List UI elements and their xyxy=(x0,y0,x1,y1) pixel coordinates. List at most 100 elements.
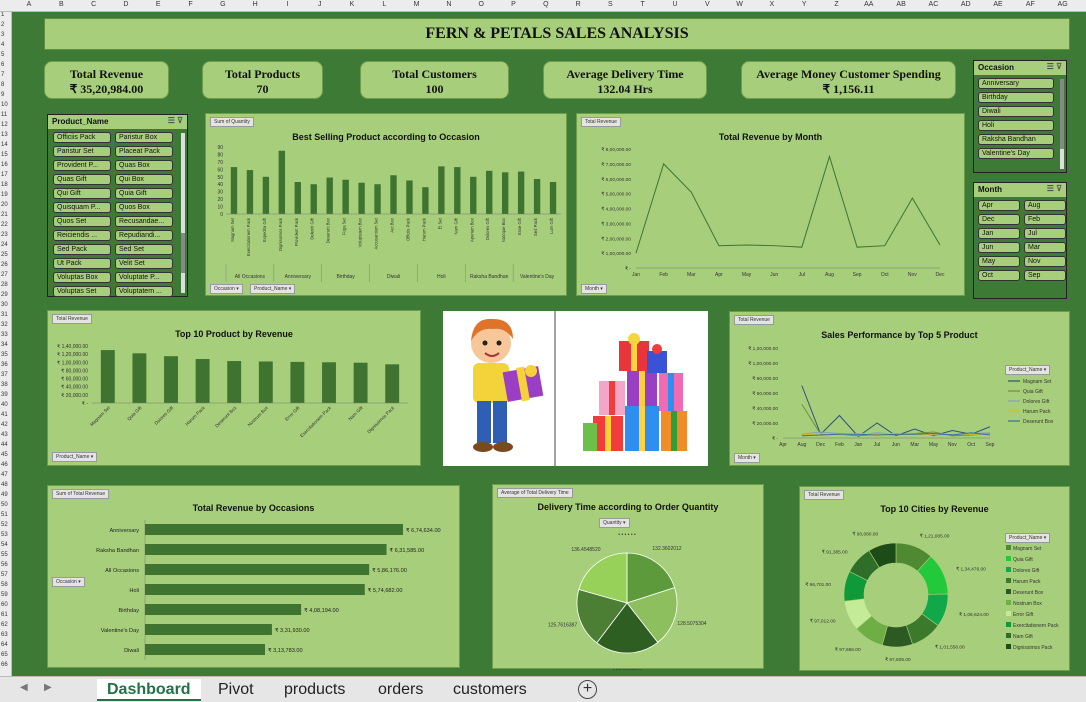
row-number[interactable]: 43 xyxy=(1,432,8,438)
row-number[interactable]: 3 xyxy=(1,32,4,38)
column-letter[interactable]: U xyxy=(672,1,677,8)
slicer-item[interactable]: Quisquam P... xyxy=(53,202,111,213)
column-letter[interactable]: T xyxy=(641,1,645,8)
slicer-item[interactable]: Velit Set xyxy=(115,258,173,269)
column-letter[interactable]: AB xyxy=(896,1,905,8)
row-number[interactable]: 63 xyxy=(1,632,8,638)
legend-filter-button[interactable]: Product_Name ▾ xyxy=(1005,365,1051,375)
legend-filter-button[interactable]: Product_Name ▾ xyxy=(1005,533,1051,543)
filter-button-product[interactable]: Product_Name ▾ xyxy=(250,284,296,294)
column-letter[interactable]: AC xyxy=(929,1,939,8)
row-number[interactable]: 20 xyxy=(1,202,8,208)
row-number[interactable]: 56 xyxy=(1,562,8,568)
column-letter[interactable]: W xyxy=(736,1,743,8)
row-number[interactable]: 44 xyxy=(1,442,8,448)
column-letter[interactable]: J xyxy=(318,1,322,8)
column-letter[interactable]: AF xyxy=(1026,1,1035,8)
row-number[interactable]: 25 xyxy=(1,252,8,258)
slicer-item[interactable]: Oct xyxy=(978,270,1020,281)
row-number[interactable]: 28 xyxy=(1,282,8,288)
slicer-item[interactable]: Paristur Set xyxy=(53,146,111,157)
row-number[interactable]: 49 xyxy=(1,492,8,498)
column-letter[interactable]: R xyxy=(576,1,581,8)
column-letter[interactable]: Y xyxy=(802,1,807,8)
column-letter[interactable]: D xyxy=(123,1,128,8)
slicer-item[interactable]: Jan xyxy=(978,228,1020,239)
row-number[interactable]: 17 xyxy=(1,172,8,178)
row-number[interactable]: 12 xyxy=(1,122,8,128)
column-letter[interactable]: F xyxy=(188,1,192,8)
slicer-item[interactable]: Dec xyxy=(978,214,1020,225)
row-number[interactable]: 61 xyxy=(1,612,8,618)
row-number[interactable]: 21 xyxy=(1,212,8,218)
clear-filter-icon[interactable]: ☰ ⊽ xyxy=(168,116,183,125)
tab-orders[interactable]: orders xyxy=(368,679,433,701)
row-number[interactable]: 62 xyxy=(1,622,8,628)
product-slicer[interactable]: Product_Name ☰ ⊽ Officiis Pack Paristur Bo… xyxy=(47,114,188,297)
row-number[interactable]: 41 xyxy=(1,412,8,418)
scroll-left-icon[interactable]: ◀ xyxy=(20,682,28,693)
row-number[interactable]: 1 xyxy=(1,12,4,18)
slicer-item[interactable]: Quos Set xyxy=(53,216,111,227)
row-number[interactable]: 50 xyxy=(1,502,8,508)
slicer-item[interactable]: Aug xyxy=(1024,200,1066,211)
slicer-item[interactable]: Voluptate P... xyxy=(115,272,173,283)
tab-pivot[interactable]: Pivot xyxy=(208,679,264,701)
column-letter[interactable]: O xyxy=(478,1,483,8)
row-number[interactable]: 29 xyxy=(1,292,8,298)
add-sheet-icon[interactable]: + xyxy=(578,680,597,699)
slicer-item[interactable]: Nov xyxy=(1024,256,1066,267)
column-letter[interactable]: X xyxy=(770,1,775,8)
slicer-item[interactable]: Voluptas Set xyxy=(53,286,111,297)
slicer-item[interactable]: Provident P... xyxy=(53,160,111,171)
row-number[interactable]: 11 xyxy=(1,112,7,118)
slicer-item[interactable]: Valentine's Day xyxy=(978,148,1054,159)
row-number[interactable]: 27 xyxy=(1,272,8,278)
slicer-item[interactable]: Recusandae... xyxy=(115,216,173,227)
column-letter[interactable]: A xyxy=(27,1,32,8)
column-letter[interactable]: Z xyxy=(834,1,838,8)
filter-button-occasion[interactable]: Occasion ▾ xyxy=(210,284,243,294)
row-number[interactable]: 47 xyxy=(1,472,8,478)
row-number[interactable]: 23 xyxy=(1,232,8,238)
slicer-item[interactable]: Diwali xyxy=(978,106,1054,117)
slicer-item[interactable]: Quas Box xyxy=(115,160,173,171)
row-number[interactable]: 10 xyxy=(1,102,8,108)
row-number[interactable]: 8 xyxy=(1,82,4,88)
row-number[interactable]: 38 xyxy=(1,382,8,388)
row-number[interactable]: 24 xyxy=(1,242,8,248)
slicer-item[interactable]: Holi xyxy=(978,120,1054,131)
row-number[interactable]: 64 xyxy=(1,642,8,648)
slicer-scrollbar[interactable] xyxy=(181,133,185,293)
column-letter[interactable]: Q xyxy=(543,1,548,8)
row-number[interactable]: 36 xyxy=(1,362,8,368)
column-letter[interactable]: AA xyxy=(864,1,873,8)
row-number[interactable]: 15 xyxy=(1,152,8,158)
slicer-item[interactable]: Apr xyxy=(978,200,1020,211)
row-number[interactable]: 46 xyxy=(1,462,8,468)
column-letter[interactable]: C xyxy=(91,1,96,8)
row-number[interactable]: 31 xyxy=(1,312,8,318)
slicer-item[interactable]: Placeat Pack xyxy=(115,146,173,157)
row-number[interactable]: 52 xyxy=(1,522,8,528)
slicer-item[interactable]: Jul xyxy=(1024,228,1066,239)
clear-filter-icon[interactable]: ☰ ⊽ xyxy=(1047,62,1062,71)
column-letter[interactable]: L xyxy=(382,1,386,8)
column-letter[interactable]: K xyxy=(350,1,355,8)
slicer-item[interactable]: Repudiandi... xyxy=(115,230,173,241)
slicer-item[interactable]: Qui Box xyxy=(115,174,173,185)
column-letter[interactable]: H xyxy=(253,1,258,8)
slicer-item[interactable]: Voluptas Box xyxy=(53,272,111,283)
row-number[interactable]: 35 xyxy=(1,352,8,358)
slicer-scrollbar[interactable] xyxy=(1060,79,1064,169)
column-letter[interactable]: AE xyxy=(993,1,1002,8)
slicer-item[interactable]: Anniversary xyxy=(978,78,1054,89)
slicer-item[interactable]: Jun xyxy=(978,242,1020,253)
row-number[interactable]: 26 xyxy=(1,262,8,268)
row-number[interactable]: 13 xyxy=(1,132,8,138)
slicer-item[interactable]: Officiis Pack xyxy=(53,132,111,143)
row-number[interactable]: 32 xyxy=(1,322,8,328)
row-number[interactable]: 65 xyxy=(1,652,8,658)
row-number[interactable]: 6 xyxy=(1,62,4,68)
filter-button-occasion[interactable]: Occasion ▾ xyxy=(52,577,85,587)
